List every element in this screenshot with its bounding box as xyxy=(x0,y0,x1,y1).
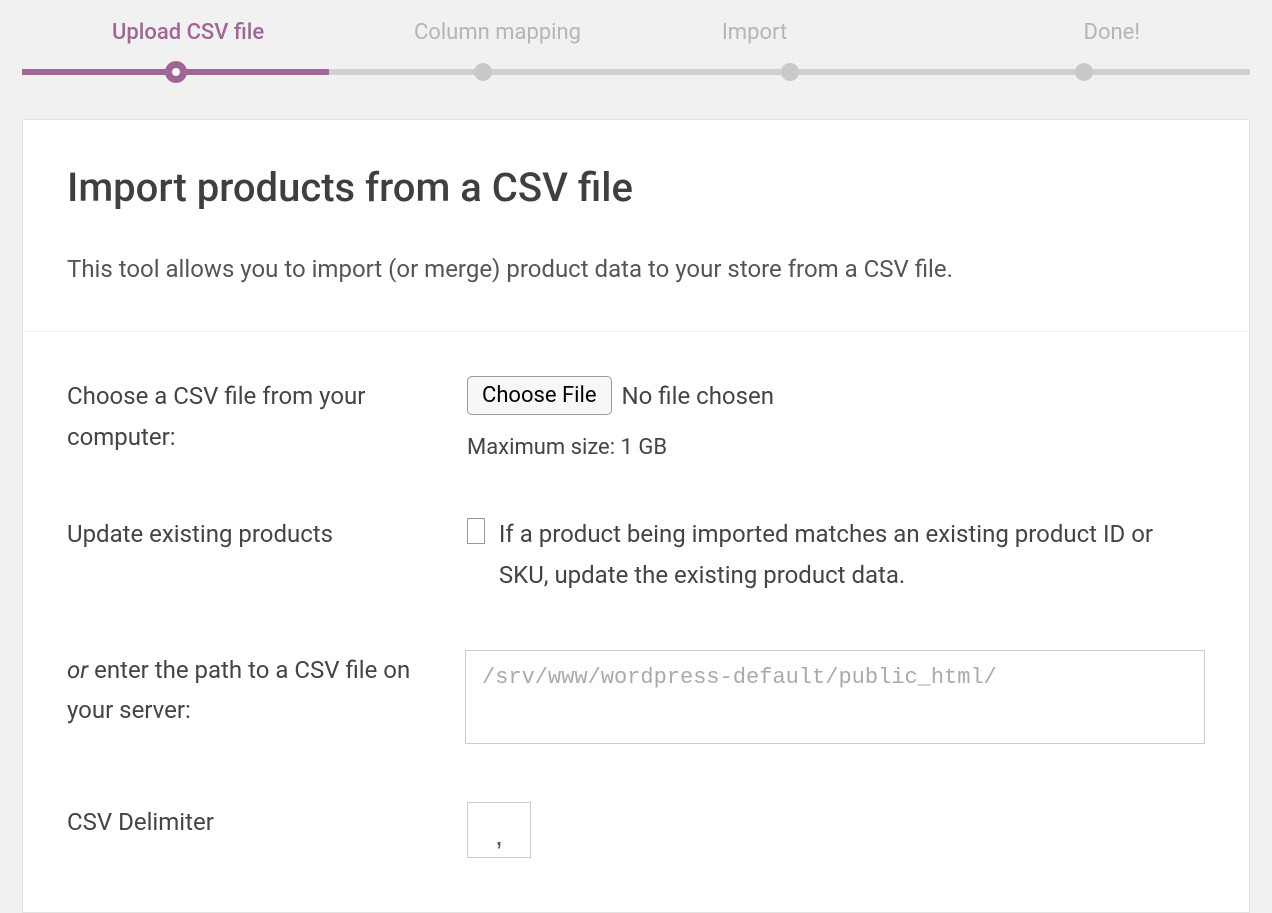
row-server-path: or enter the path to a CSV file on your … xyxy=(67,650,1205,748)
control-update-existing: If a product being imported matches an e… xyxy=(467,514,1205,596)
label-update-existing: Update existing products xyxy=(67,514,467,555)
label-or-prefix: or xyxy=(67,656,88,684)
control-choose-file: Choose File No file chosen Maximum size:… xyxy=(467,376,1205,460)
progress-dot-upload xyxy=(165,61,187,83)
file-picker: Choose File No file chosen xyxy=(467,376,1205,415)
progress-labels: Upload CSV file Column mapping Import Do… xyxy=(22,20,1250,45)
progress-dot-done xyxy=(1075,63,1093,81)
step-upload[interactable]: Upload CSV file xyxy=(22,20,369,45)
no-file-chosen-text: No file chosen xyxy=(622,382,774,410)
progress-dot-import xyxy=(781,63,799,81)
choose-file-button[interactable]: Choose File xyxy=(467,376,612,415)
row-update-existing: Update existing products If a product be… xyxy=(67,514,1205,596)
progress-stepper: Upload CSV file Column mapping Import Do… xyxy=(0,0,1272,75)
control-server-path xyxy=(465,650,1205,748)
checkbox-row: If a product being imported matches an e… xyxy=(467,514,1205,596)
label-delimiter: CSV Delimiter xyxy=(67,802,467,843)
progress-bar xyxy=(22,69,1250,75)
import-form: Choose a CSV file from your computer: Ch… xyxy=(23,332,1249,858)
update-existing-description: If a product being imported matches an e… xyxy=(499,514,1205,596)
control-delimiter xyxy=(467,802,1205,858)
page-description: This tool allows you to import (or merge… xyxy=(67,251,1205,287)
server-path-input[interactable] xyxy=(465,650,1205,744)
page-title: Import products from a CSV file xyxy=(67,164,1205,211)
step-done: Done! xyxy=(883,20,1250,45)
update-existing-checkbox[interactable] xyxy=(467,518,485,544)
step-import: Import xyxy=(626,20,883,45)
label-choose-file: Choose a CSV file from your computer: xyxy=(67,376,467,458)
label-server-path: or enter the path to a CSV file on your … xyxy=(67,650,465,732)
label-path-rest: enter the path to a CSV file on your ser… xyxy=(67,656,410,725)
progress-dot-column-mapping xyxy=(474,63,492,81)
max-size-text: Maximum size: 1 GB xyxy=(467,435,1205,460)
row-choose-file: Choose a CSV file from your computer: Ch… xyxy=(67,376,1205,460)
import-panel: Import products from a CSV file This too… xyxy=(22,119,1250,913)
panel-header: Import products from a CSV file This too… xyxy=(23,120,1249,332)
step-column-mapping: Column mapping xyxy=(369,20,626,45)
row-delimiter: CSV Delimiter xyxy=(67,802,1205,858)
delimiter-input[interactable] xyxy=(467,802,531,858)
